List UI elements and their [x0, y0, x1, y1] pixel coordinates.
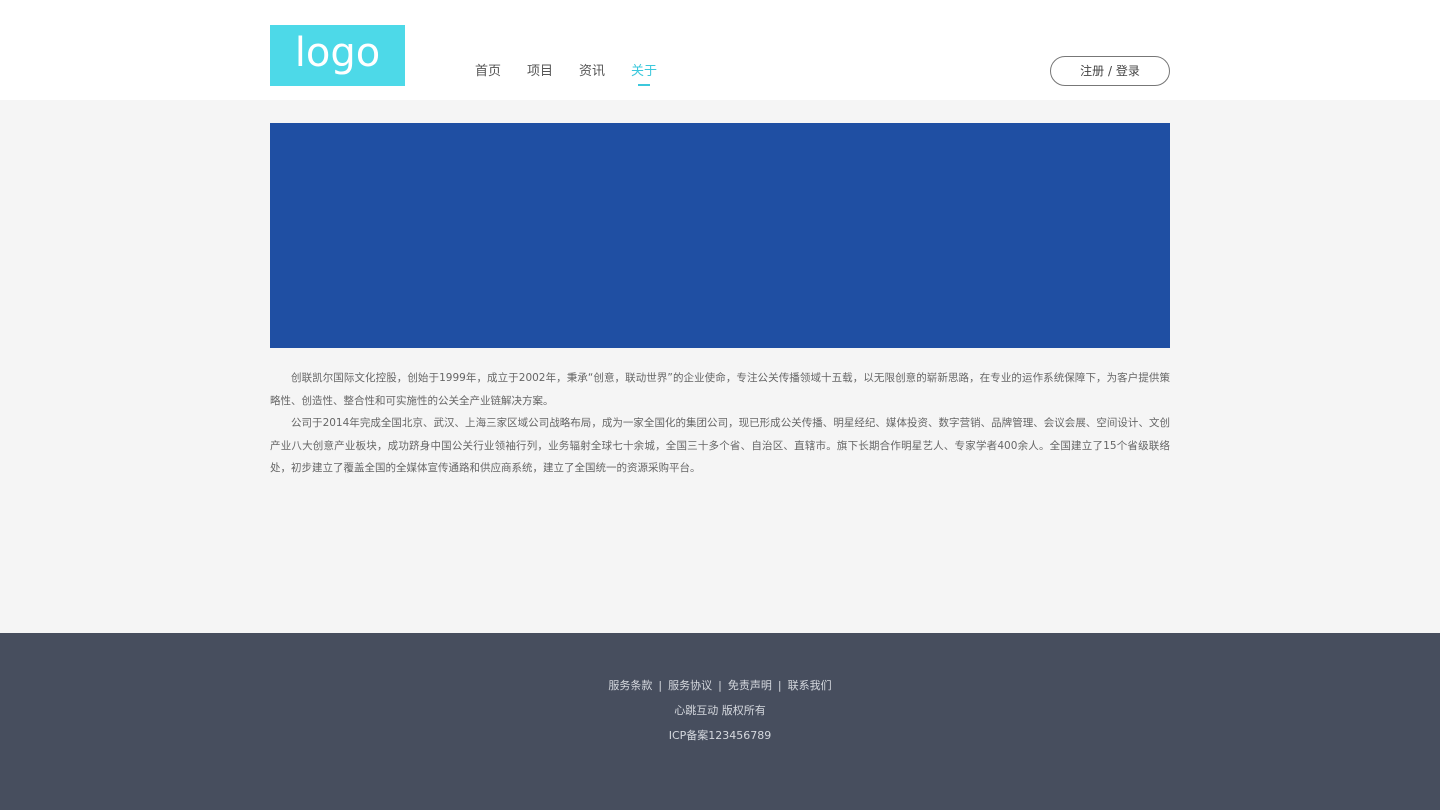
footer-separator: | [777, 679, 782, 692]
about-paragraph: 创联凯尔国际文化控股，创始于1999年，成立于2002年，秉承“创意，联动世界”… [270, 372, 1170, 407]
footer-copyright: 心跳互动 版权所有 [674, 704, 766, 717]
nav-item-about[interactable]: 关于 [618, 62, 670, 86]
footer-separator: | [658, 679, 663, 692]
about-paragraph: 公司于2014年完成全国北京、武汉、上海三家区域公司战略布局，成为一家全国化的集… [270, 417, 1170, 474]
about-content: 创联凯尔国际文化控股，创始于1999年，成立于2002年，秉承“创意，联动世界”… [270, 367, 1170, 480]
site-header: logo 首页 项目 资讯 关于 注册 / 登录 [0, 0, 1440, 100]
footer-links: 服务条款 | 服务协议 | 免责声明 | 联系我们 [0, 677, 1440, 693]
footer-icp: ICP备案123456789 [668, 729, 772, 742]
footer-separator: | [718, 679, 722, 692]
logo[interactable]: logo [270, 25, 405, 86]
main-nav: 首页 项目 资讯 关于 [462, 62, 670, 86]
footer-link-contact[interactable]: 联系我们 [788, 679, 832, 692]
site-footer: 服务条款 | 服务协议 | 免责声明 | 联系我们 心跳互动 版权所有 ICP备案12345… [0, 633, 1440, 810]
hero-banner [270, 123, 1170, 348]
nav-item-news[interactable]: 资讯 [566, 62, 618, 84]
footer-link-disclaimer[interactable]: 免责声明 [728, 679, 772, 692]
register-login-button[interactable]: 注册 / 登录 [1050, 56, 1170, 86]
footer-link-terms[interactable]: 服务条款 [608, 679, 652, 692]
footer-link-agreement[interactable]: 服务协议 [668, 679, 712, 692]
nav-item-home[interactable]: 首页 [462, 62, 514, 84]
nav-item-projects[interactable]: 项目 [514, 62, 566, 84]
